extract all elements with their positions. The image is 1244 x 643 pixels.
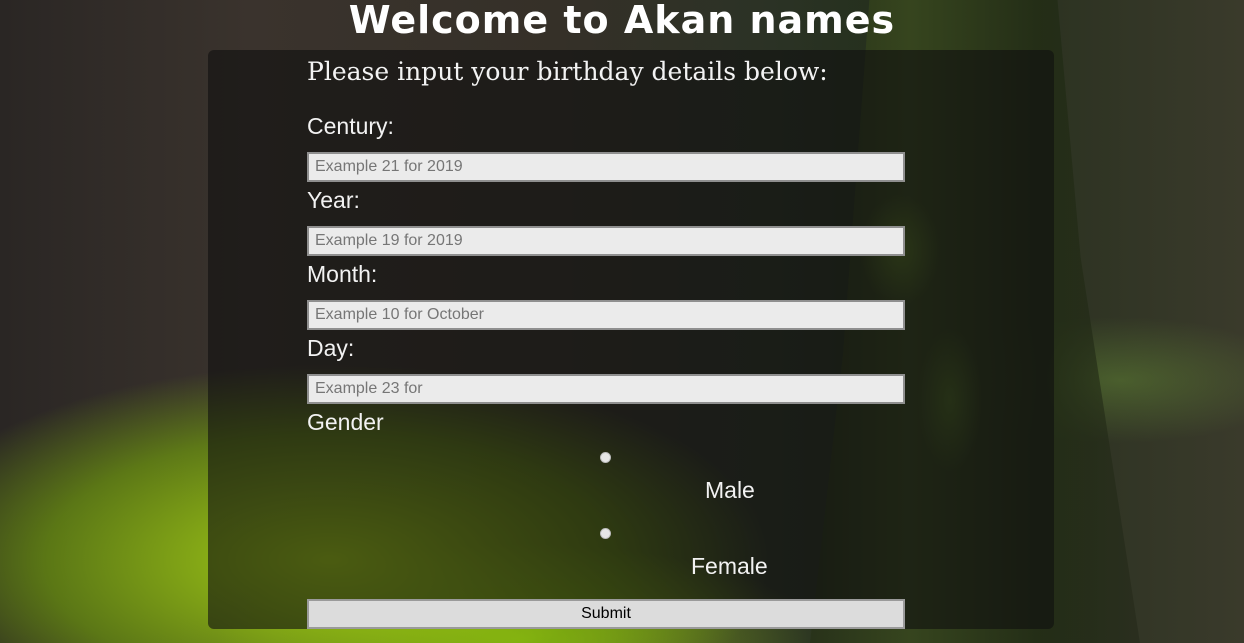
month-input[interactable] (307, 300, 905, 330)
day-label: Day: (307, 335, 355, 361)
gender-male-radio[interactable] (600, 452, 611, 463)
year-input[interactable] (307, 226, 905, 256)
page-title: Welcome to Akan names (348, 0, 896, 42)
gender-male-label: Male (705, 477, 755, 503)
century-input[interactable] (307, 152, 905, 182)
year-label: Year: (307, 187, 360, 213)
month-label: Month: (307, 261, 378, 287)
gender-female-label: Female (691, 553, 768, 579)
gender-female-radio[interactable] (600, 528, 611, 539)
form-subtitle: Please input your birthday details below… (307, 57, 828, 86)
day-input[interactable] (307, 374, 905, 404)
century-label: Century: (307, 113, 394, 139)
birthday-form: Please input your birthday details below… (208, 50, 1054, 629)
submit-button[interactable]: Submit (307, 599, 905, 629)
gender-label: Gender (307, 409, 384, 435)
